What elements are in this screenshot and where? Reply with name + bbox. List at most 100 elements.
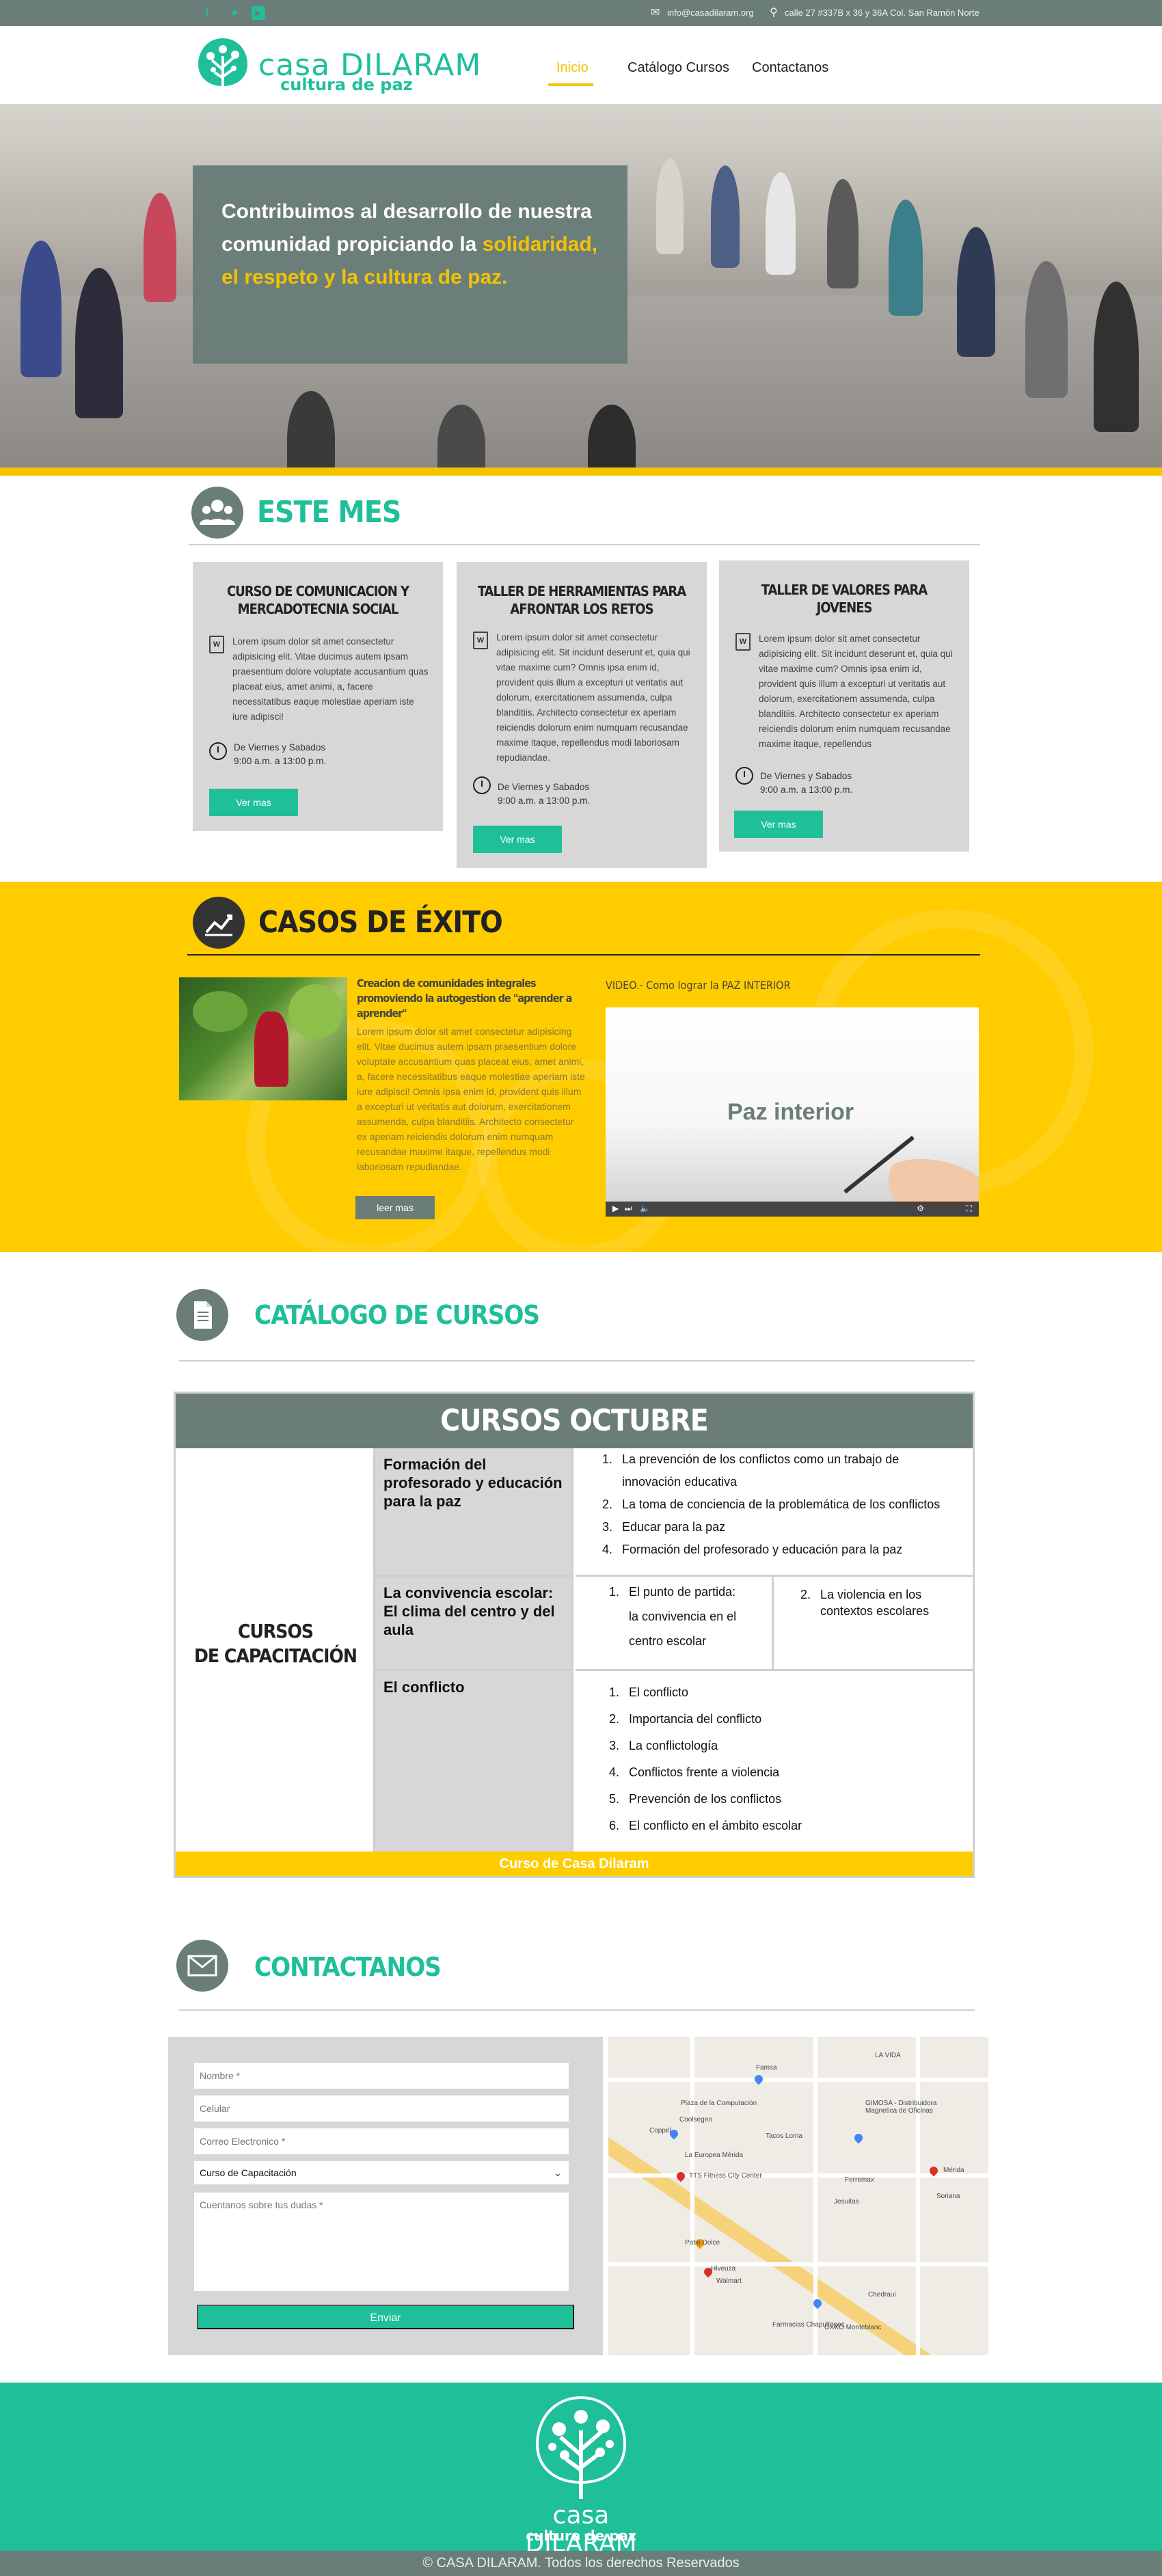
twitter-icon[interactable]: ✦: [228, 6, 241, 20]
document-section-icon: [176, 1289, 228, 1341]
youtube-icon[interactable]: ▶: [252, 6, 265, 20]
course-item: 1. El punto de partida:: [608, 1585, 736, 1599]
course-topic-cell: El conflicto: [375, 1671, 573, 1852]
course-topic-cell: Formación del profesorado y educación pa…: [375, 1448, 573, 1577]
course-card-description: Lorem ipsum dolor sit amet consectetur a…: [496, 632, 690, 763]
next-icon[interactable]: ⏭: [625, 1204, 632, 1214]
course-items-list: 1. El punto de partida: la convivencia en…: [596, 1580, 767, 1653]
document-icon: W: [735, 633, 751, 651]
hero-photo-person: [711, 165, 740, 268]
photo-foliage: [193, 991, 247, 1032]
map-road: [916, 2037, 920, 2355]
hero-photo-person: [144, 193, 176, 302]
hero-photo-person: [889, 200, 923, 316]
volume-icon[interactable]: 🔈: [640, 1204, 650, 1213]
hero-highlight-1: solidaridad,: [482, 233, 598, 256]
ver-mas-button[interactable]: Ver mas: [473, 826, 562, 853]
hero-photo-person: [827, 179, 859, 288]
courses-category-label: CURSOS DE CAPACITACIÓN: [176, 1619, 375, 1668]
map-pin-icon[interactable]: [675, 2170, 687, 2182]
hero-line-1: Contribuimos al desarrollo de nuestra: [221, 200, 592, 223]
map-label: LA VIDA: [875, 2052, 901, 2059]
questions-textarea[interactable]: [194, 2193, 569, 2291]
courses-category-line-1: CURSOS: [237, 1620, 314, 1642]
hero-photo-person: [75, 268, 123, 418]
map-label: La Europea Mérida: [685, 2152, 744, 2159]
group-icon: [191, 487, 243, 539]
course-item: 4. Conflictos frente a violencia: [608, 1765, 780, 1779]
section-divider: [179, 1360, 975, 1361]
course-card: TALLER DE HERRAMIENTAS PARA AFRONTAR LOS…: [457, 562, 707, 868]
course-card-hours: 9:00 a.m. a 13:00 p.m.: [234, 756, 327, 766]
courses-table: CURSOS OCTUBRE CURSOS DE CAPACITACIÓN Fo…: [174, 1392, 975, 1878]
course-topic: La convivencia escolar: El clima del cen…: [383, 1584, 555, 1638]
map-label: Chedraui: [868, 2291, 896, 2299]
map-label: Soriana: [936, 2193, 960, 2200]
clock-icon: [735, 767, 753, 785]
nav-contactanos[interactable]: Contactanos: [752, 60, 828, 76]
course-item: 3. Educar para la paz: [602, 1520, 726, 1534]
map-road: [690, 2037, 694, 2355]
course-items-list: 1. La prevención de los conflictos como u…: [589, 1448, 969, 1561]
map-pin-icon[interactable]: [753, 2073, 765, 2085]
courses-category-line-2: DE CAPACITACIÓN: [194, 1644, 357, 1667]
map-road: [608, 2078, 988, 2082]
course-card-title: CURSO DE COMUNICACION Y MERCADOTECNIA SO…: [226, 583, 409, 617]
course-item: 2. La toma de conciencia de la problemáti…: [602, 1497, 941, 1511]
logo-tree-icon[interactable]: [195, 36, 250, 93]
email-field[interactable]: [194, 2128, 569, 2154]
course-item: 5. Prevención de los conflictos: [608, 1792, 782, 1806]
section-title-casos: CASOS DE ÉXITO: [258, 905, 503, 940]
email-link[interactable]: info@casadilaram.org: [667, 0, 754, 26]
map-label: Patio Dolce: [685, 2239, 720, 2247]
leer-mas-button[interactable]: leer mas: [355, 1196, 435, 1219]
hero-photo-person: [656, 159, 684, 254]
course-select[interactable]: Curso de Capacitación ⌄: [194, 2161, 569, 2184]
course-item-continued: la convivencia en el: [629, 1610, 737, 1623]
map-label: Jesuitas: [834, 2198, 859, 2206]
map-highway: [608, 2119, 978, 2355]
course-card-title: TALLER DE HERRAMIENTAS PARA AFRONTAR LOS…: [477, 583, 686, 617]
course-topic: Formación del profesorado y educación pa…: [383, 1456, 563, 1510]
ver-mas-button[interactable]: Ver mas: [734, 811, 823, 838]
map-pin-icon[interactable]: [852, 2132, 865, 2144]
success-story-image[interactable]: [179, 977, 347, 1100]
settings-icon[interactable]: ⚙: [917, 1204, 924, 1213]
document-icon: W: [473, 632, 488, 649]
play-icon[interactable]: ▶: [612, 1204, 619, 1213]
course-item-continued: contextos escolares: [820, 1604, 930, 1618]
video-player[interactable]: Paz interior ▶ ⏭ 🔈 ⚙ ⛶: [606, 1007, 979, 1217]
top-bar: f ✦ ▶ ✉ info@casadilaram.org ⚲ calle 27 …: [0, 0, 1162, 26]
nav-active-indicator: [548, 83, 593, 86]
fullscreen-icon[interactable]: ⛶: [967, 1204, 972, 1214]
success-story-title[interactable]: Creacion de comunidades integrales promo…: [357, 976, 582, 1021]
section-title-catalogo: CATÁLOGO DE CURSOS: [254, 1300, 540, 1330]
course-item-continued: innovación educativa: [622, 1475, 738, 1489]
courses-table-footer: Curso de Casa Dilaram: [176, 1852, 973, 1876]
map-label: TTS Fitness City Center: [689, 2172, 762, 2180]
envelope-icon: [176, 1940, 228, 1992]
map-label: Coppel: [649, 2127, 671, 2134]
location-map[interactable]: Plaza de la Computación Coppel Coolsegen…: [608, 2037, 988, 2355]
copyright-bar: © CASA DILARAM. Todos los derechos Reser…: [0, 2551, 1162, 2576]
name-field[interactable]: [194, 2063, 569, 2089]
video-title: VIDEO.- Como lograr la PAZ INTERIOR: [606, 979, 791, 992]
course-item: 2. Importancia del conflicto: [608, 1712, 762, 1726]
facebook-icon[interactable]: f: [200, 6, 214, 20]
map-label: OXXO Monteblanc: [824, 2324, 882, 2331]
map-label: Hiveuza: [711, 2265, 736, 2273]
send-button[interactable]: Enviar: [197, 2305, 574, 2329]
map-label: GIMOSA - Distribuidora Magnetica de Ofic…: [865, 2100, 937, 2115]
footer-logo-subtitle: cultura de paz: [526, 2527, 636, 2544]
course-card-days: De Viernes y Sabados: [760, 771, 852, 781]
course-items-cell: 1. El punto de partida: la convivencia en…: [576, 1577, 774, 1671]
section-title-contacto: CONTACTANOS: [254, 1952, 442, 1982]
video-controls[interactable]: ▶ ⏭ 🔈 ⚙ ⛶: [606, 1202, 979, 1217]
course-select-value: Curso de Capacitación: [200, 2167, 297, 2178]
ver-mas-button[interactable]: Ver mas: [209, 789, 298, 816]
nav-inicio[interactable]: Inicio: [556, 60, 589, 76]
nav-catalogo-cursos[interactable]: Catálogo Cursos: [627, 60, 729, 76]
section-divider: [179, 2009, 975, 2011]
hero-bottom-stripe: [0, 467, 1162, 476]
phone-field[interactable]: [194, 2096, 569, 2121]
